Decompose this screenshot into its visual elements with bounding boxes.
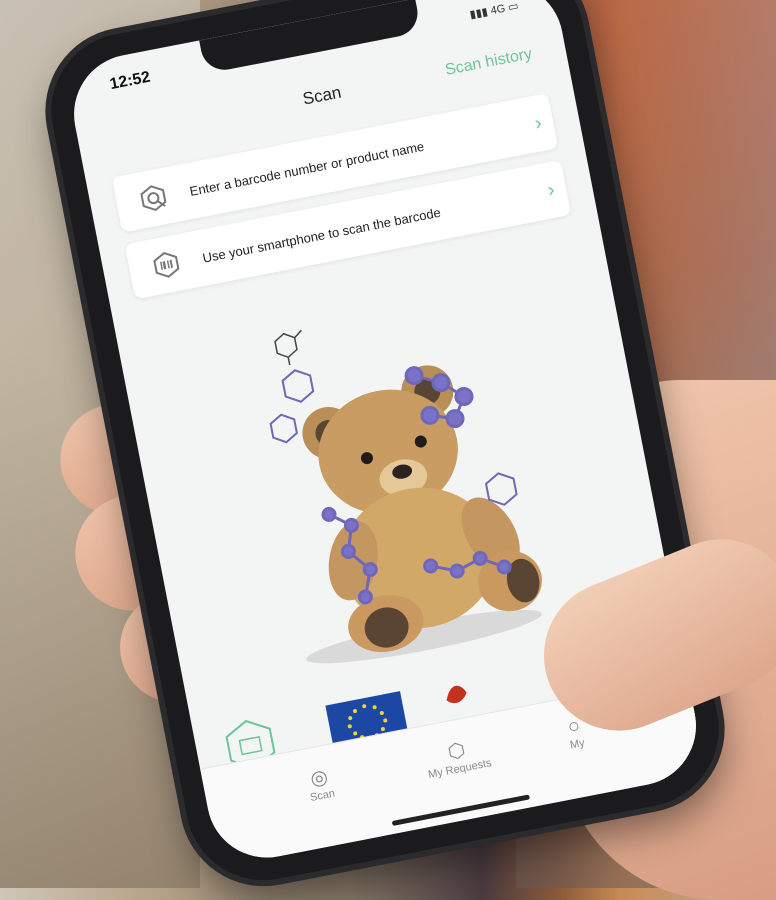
battery-icon: ▭ [507, 0, 520, 14]
tab-my-requests[interactable]: ⬡ My Requests [400, 728, 515, 785]
teddy-bear-molecules-illustration [212, 276, 575, 687]
barcode-scan-icon [136, 240, 197, 290]
chevron-right-icon: › [545, 178, 557, 202]
network-label: 4G [489, 2, 507, 18]
partner-logo-icon [446, 685, 467, 704]
status-time: 12:52 [108, 68, 152, 94]
signal-icon: ▮▮▮ [468, 5, 489, 22]
tab-scan[interactable]: ◎ Scan [263, 755, 378, 812]
chevron-right-icon: › [532, 111, 544, 135]
status-icons: ▮▮▮ 4G ▭ [469, 0, 520, 21]
search-molecule-icon [123, 173, 184, 223]
scan-history-link[interactable]: Scan history [444, 45, 534, 79]
